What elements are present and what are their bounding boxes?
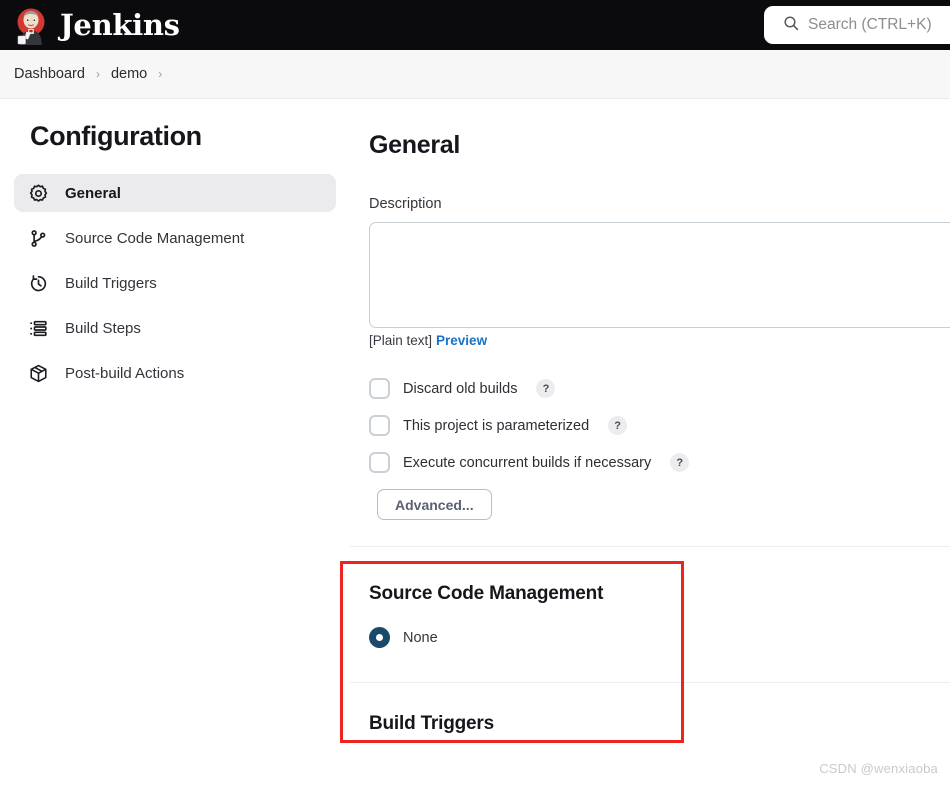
page-title: Configuration: [30, 121, 202, 151]
sidebar-item-build-steps[interactable]: Build Steps: [14, 309, 336, 347]
help-icon-concurrent-builds[interactable]: ?: [670, 453, 690, 472]
description-textarea[interactable]: [369, 222, 950, 328]
scm-none-radio[interactable]: [369, 627, 390, 648]
sidebar-item-source-code-management[interactable]: Source Code Management: [14, 219, 336, 257]
sidebar-item-label-build-steps: Build Steps: [65, 319, 141, 337]
preview-link[interactable]: Preview: [436, 333, 487, 348]
sidebar-item-label-scm: Source Code Management: [65, 229, 245, 247]
scm-none-label: None: [403, 629, 438, 646]
plain-text-note: [Plain text]: [369, 333, 433, 348]
git-branch-icon: [28, 228, 49, 249]
general-checkbox-group: Discard old builds ? This project is par…: [350, 348, 950, 520]
advanced-button[interactable]: Advanced...: [377, 489, 492, 520]
list-bullets-icon: [28, 318, 49, 339]
help-icon-parameterized[interactable]: ?: [608, 416, 628, 435]
package-box-icon: [28, 363, 49, 384]
breadcrumb-item-demo[interactable]: demo: [111, 66, 147, 82]
execute-concurrent-builds-checkbox[interactable]: [369, 452, 390, 473]
sidebar-nav: General Source Code Management Build Tri…: [0, 174, 350, 392]
search-box[interactable]: Search (CTRL+K): [764, 6, 950, 44]
this-project-is-parameterized-checkbox[interactable]: [369, 415, 390, 436]
sidebar-item-post-build-actions[interactable]: Post-build Actions: [14, 354, 336, 392]
sidebar-item-label-build-triggers: Build Triggers: [65, 274, 157, 292]
checkbox-row-concurrent-builds[interactable]: Execute concurrent builds if necessary ?: [350, 444, 950, 481]
jenkins-configuration-page: Jenkins Search (CTRL+K) Dashboard › demo…: [0, 0, 950, 787]
sidebar-item-build-triggers[interactable]: Build Triggers: [14, 264, 336, 302]
search-icon: [783, 15, 799, 36]
chevron-right-icon: ›: [95, 67, 100, 81]
watermark: CSDN @wenxiaoba: [819, 761, 938, 776]
general-section-heading: General: [369, 131, 461, 159]
description-label: Description: [369, 196, 442, 212]
checkbox-row-parameterized[interactable]: This project is parameterized ?: [350, 407, 950, 444]
description-format-row: [Plain text] Preview: [350, 328, 950, 348]
configuration-main-panel: General Description [Plain text] Preview …: [350, 99, 950, 787]
checkbox-row-discard-old-builds[interactable]: Discard old builds ?: [350, 370, 950, 407]
discard-old-builds-label: Discard old builds: [403, 380, 518, 397]
sidebar-item-label-general: General: [65, 184, 121, 202]
search-input[interactable]: Search (CTRL+K): [808, 16, 932, 34]
discard-old-builds-checkbox[interactable]: [369, 378, 390, 399]
configuration-sidebar: Configuration General Source Code Manage…: [0, 99, 350, 787]
top-header-bar: Jenkins Search (CTRL+K): [0, 0, 950, 50]
jenkins-butler-logo: [12, 5, 50, 45]
brand-home-link[interactable]: Jenkins: [0, 0, 180, 50]
chevron-right-icon-trailing: ›: [158, 67, 163, 81]
build-triggers-section-heading: Build Triggers: [369, 713, 494, 734]
timer-clock-icon: [28, 273, 49, 294]
sidebar-item-label-post-build-actions: Post-build Actions: [65, 364, 185, 382]
concurrent-builds-label: Execute concurrent builds if necessary: [403, 454, 652, 471]
gear-icon: [28, 183, 49, 204]
scm-option-none[interactable]: None: [350, 605, 950, 648]
brand-title: Jenkins: [60, 7, 180, 42]
parameterized-label: This project is parameterized: [403, 417, 590, 434]
help-icon-discard-old-builds[interactable]: ?: [536, 379, 556, 398]
breadcrumb-item-dashboard[interactable]: Dashboard: [14, 66, 85, 82]
breadcrumb: Dashboard › demo ›: [0, 50, 950, 99]
sidebar-item-general[interactable]: General: [14, 174, 336, 212]
scm-section-heading: Source Code Management: [369, 583, 604, 604]
